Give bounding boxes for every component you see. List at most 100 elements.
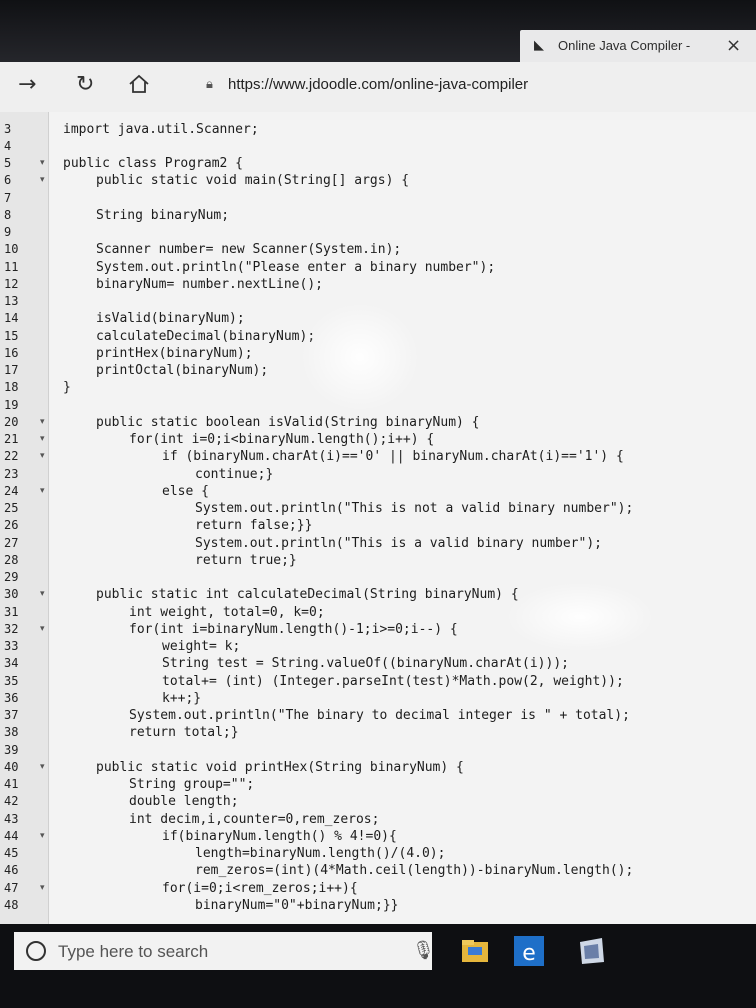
code-line[interactable]: 38 return total;} bbox=[0, 724, 756, 741]
code-line[interactable]: 6 ▾ public static void main(String[] args)… bbox=[0, 172, 756, 189]
line-number: 42 bbox=[4, 794, 19, 809]
code-line[interactable]: 34 String test = String.valueOf((binaryNu… bbox=[0, 655, 756, 672]
line-number: 46 bbox=[4, 863, 19, 878]
code-editor[interactable]: 3 import java.util.Scanner; 4 5 ▾ public clas… bbox=[0, 112, 756, 924]
line-number: 12 bbox=[4, 276, 19, 291]
line-number: 22 bbox=[4, 449, 19, 464]
taskbar: Type here to search 🎙︎ e bbox=[0, 924, 756, 1008]
code-line[interactable]: 26 return false;}} bbox=[0, 517, 756, 534]
code-line[interactable]: 48 binaryNum="0"+binaryNum;}} bbox=[0, 897, 756, 914]
lock-icon: 🔒︎ bbox=[206, 77, 213, 92]
code-line[interactable]: 35 total+= (int) (Integer.parseInt(test)*… bbox=[0, 673, 756, 690]
code-text: String test = String.valueOf((binaryNum.… bbox=[162, 656, 569, 672]
fold-arrow-icon[interactable]: ▾ bbox=[40, 172, 45, 189]
code-line[interactable]: 11 System.out.println("Please enter a bin… bbox=[0, 259, 756, 276]
code-text: calculateDecimal(binaryNum); bbox=[96, 328, 316, 344]
fold-arrow-icon[interactable]: ▾ bbox=[40, 621, 45, 638]
line-number: 35 bbox=[4, 673, 19, 688]
code-text: if (binaryNum.charAt(i)=='0' || binaryNu… bbox=[162, 449, 624, 465]
code-line[interactable]: 43 int decim,i,counter=0,rem_zeros; bbox=[0, 811, 756, 828]
code-text: binaryNum= number.nextLine(); bbox=[96, 276, 323, 292]
code-line[interactable]: 28 return true;} bbox=[0, 552, 756, 569]
code-line[interactable]: 23 continue;} bbox=[0, 466, 756, 483]
close-icon[interactable]: × bbox=[726, 35, 741, 56]
code-line[interactable]: 7 bbox=[0, 190, 756, 207]
edge-icon[interactable]: e bbox=[510, 932, 548, 970]
line-number: 36 bbox=[4, 690, 19, 705]
code-text: if(binaryNum.length() % 4!=0){ bbox=[162, 828, 397, 844]
fold-arrow-icon[interactable]: ▾ bbox=[40, 155, 45, 172]
line-number: 29 bbox=[4, 570, 19, 584]
code-text: public class Program2 { bbox=[63, 156, 244, 171]
fold-arrow-icon[interactable]: ▾ bbox=[40, 759, 45, 776]
refresh-icon[interactable]: ↻ bbox=[76, 72, 94, 97]
code-text: System.out.println("The binary to decima… bbox=[129, 708, 630, 723]
code-line[interactable]: 27 System.out.println("This is a valid bi… bbox=[0, 535, 756, 552]
code-line[interactable]: 24 ▾ else { bbox=[0, 483, 756, 500]
line-number: 43 bbox=[4, 811, 19, 826]
code-line[interactable]: 41 String group=""; bbox=[0, 776, 756, 793]
code-line[interactable]: 40 ▾ public static void printHex(String bi… bbox=[0, 759, 756, 776]
address-bar[interactable]: 🔒︎ https://www.jdoodle.com/online-java-c… bbox=[204, 76, 528, 93]
line-number: 13 bbox=[4, 294, 19, 308]
code-line[interactable]: 4 bbox=[0, 138, 756, 155]
code-line[interactable]: 9 bbox=[0, 224, 756, 241]
code-line[interactable]: 39 bbox=[0, 742, 756, 759]
code-text: String group=""; bbox=[129, 777, 255, 792]
code-text: public static void printHex(String binar… bbox=[96, 759, 464, 775]
code-line[interactable]: 3 import java.util.Scanner; bbox=[0, 121, 756, 138]
code-line[interactable]: 25 System.out.println("This is not a vali… bbox=[0, 500, 756, 517]
line-number: 40 bbox=[4, 759, 19, 774]
code-line[interactable]: 12 binaryNum= number.nextLine(); bbox=[0, 276, 756, 293]
line-number: 8 bbox=[4, 207, 12, 222]
url-text: https://www.jdoodle.com/online-java-comp… bbox=[228, 76, 529, 93]
fold-arrow-icon[interactable]: ▾ bbox=[40, 414, 45, 431]
line-number: 38 bbox=[4, 725, 19, 740]
code-line[interactable]: 46 rem_zeros=(int)(4*Math.ceil(length))-b… bbox=[0, 862, 756, 879]
code-line[interactable]: 44 ▾ if(binaryNum.length() % 4!=0){ bbox=[0, 828, 756, 845]
home-icon[interactable] bbox=[128, 74, 150, 100]
code-text: else { bbox=[162, 483, 209, 499]
fold-arrow-icon[interactable]: ▾ bbox=[40, 483, 45, 500]
code-line[interactable]: 42 double length; bbox=[0, 793, 756, 810]
browser-tab[interactable]: ◣ Online Java Compiler - × bbox=[520, 30, 756, 62]
code-line[interactable]: 22 ▾ if (binaryNum.charAt(i)=='0' || binar… bbox=[0, 448, 756, 465]
code-line[interactable]: 21 ▾ for(int i=0;i<binaryNum.length();i++)… bbox=[0, 431, 756, 448]
code-line[interactable]: 36 k++;} bbox=[0, 690, 756, 707]
line-number: 47 bbox=[4, 880, 19, 895]
line-number: 5 bbox=[4, 156, 12, 170]
file-explorer-icon[interactable] bbox=[456, 932, 494, 970]
code-text: length=binaryNum.length()/(4.0); bbox=[195, 846, 446, 861]
code-line[interactable]: 5 ▾ public class Program2 { bbox=[0, 155, 756, 172]
code-text: rem_zeros=(int)(4*Math.ceil(length))-bin… bbox=[195, 863, 634, 879]
code-text: public static int calculateDecimal(Strin… bbox=[96, 587, 519, 603]
store-icon[interactable] bbox=[572, 932, 610, 970]
code-line[interactable]: 47 ▾ for(i=0;i<rem_zeros;i++){ bbox=[0, 880, 756, 897]
taskbar-search-box[interactable]: Type here to search 🎙︎ bbox=[14, 932, 435, 970]
code-line[interactable]: 10 Scanner number= new Scanner(System.in)… bbox=[0, 241, 756, 258]
fold-arrow-icon[interactable]: ▾ bbox=[40, 586, 45, 603]
tab-title: Online Java Compiler - bbox=[558, 38, 691, 53]
line-number: 24 bbox=[4, 483, 19, 498]
fold-arrow-icon[interactable]: ▾ bbox=[40, 880, 45, 897]
back-icon[interactable]: → bbox=[18, 72, 36, 97]
code-line[interactable]: 33 weight= k; bbox=[0, 638, 756, 655]
line-number: 17 bbox=[4, 363, 19, 377]
code-text: public static void main(String[] args) { bbox=[96, 173, 410, 189]
code-line[interactable]: 45 length=binaryNum.length()/(4.0); bbox=[0, 845, 756, 862]
code-text: Scanner number= new Scanner(System.in); bbox=[96, 242, 402, 258]
code-text: String binaryNum; bbox=[96, 207, 230, 223]
code-text: return true;} bbox=[195, 552, 297, 568]
line-number: 30 bbox=[4, 587, 19, 602]
microphone-icon[interactable]: 🎙︎ bbox=[412, 940, 435, 961]
fold-arrow-icon[interactable]: ▾ bbox=[40, 431, 45, 448]
search-placeholder: Type here to search bbox=[58, 942, 209, 961]
code-text: double length; bbox=[129, 794, 239, 810]
code-line[interactable]: 20 ▾ public static boolean isValid(String … bbox=[0, 414, 756, 431]
code-line[interactable]: 29 bbox=[0, 569, 756, 586]
fold-arrow-icon[interactable]: ▾ bbox=[40, 448, 45, 465]
line-number: 34 bbox=[4, 656, 19, 671]
code-line[interactable]: 37 System.out.println("The binary to deci… bbox=[0, 707, 756, 724]
code-line[interactable]: 8 String binaryNum; bbox=[0, 207, 756, 224]
fold-arrow-icon[interactable]: ▾ bbox=[40, 828, 45, 845]
